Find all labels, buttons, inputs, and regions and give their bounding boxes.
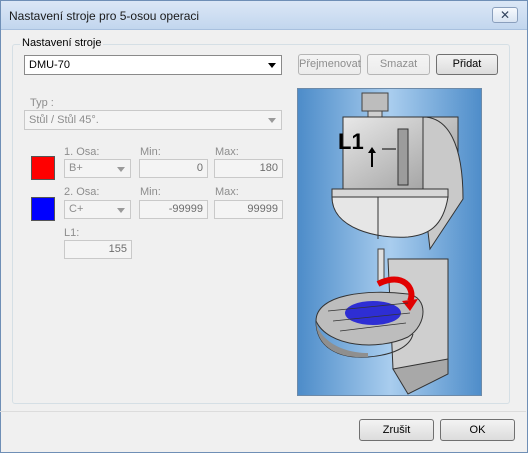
axis2-label: 2. Osa: bbox=[64, 186, 100, 198]
close-icon: ✕ bbox=[499, 8, 511, 22]
axis1-min-label: Min: bbox=[140, 146, 161, 158]
chevron-down-icon bbox=[117, 208, 125, 213]
axis2-value: C+ bbox=[69, 203, 84, 215]
axis1-max-field[interactable]: 180 bbox=[214, 159, 283, 178]
axis1-value: B+ bbox=[69, 162, 83, 174]
axis2-min-label: Min: bbox=[140, 186, 161, 198]
machine-illustration: L1 bbox=[297, 88, 482, 396]
add-button[interactable]: Přidat bbox=[436, 54, 498, 75]
ok-button[interactable]: OK bbox=[440, 419, 515, 441]
axis1-max-label: Max: bbox=[215, 146, 239, 158]
chevron-down-icon bbox=[268, 118, 276, 123]
l1-diagram-label: L1 bbox=[338, 129, 364, 154]
chevron-down-icon bbox=[117, 167, 125, 172]
axis1-label: 1. Osa: bbox=[64, 146, 100, 158]
axis1-select[interactable]: B+ bbox=[64, 159, 131, 178]
type-label: Typ : bbox=[30, 97, 54, 109]
window-title: Nastavení stroje pro 5-osou operaci bbox=[9, 9, 200, 23]
axis2-color-swatch[interactable] bbox=[31, 197, 55, 221]
group-label: Nastavení stroje bbox=[20, 37, 104, 49]
machine-select-value: DMU-70 bbox=[29, 59, 70, 71]
delete-button[interactable]: Smazat bbox=[367, 54, 430, 75]
axis2-min-field[interactable]: -99999 bbox=[139, 200, 208, 219]
machine-diagram: L1 bbox=[298, 89, 481, 395]
axis2-max-field[interactable]: 99999 bbox=[214, 200, 283, 219]
close-button[interactable]: ✕ bbox=[492, 7, 518, 23]
axis2-max-label: Max: bbox=[215, 186, 239, 198]
rename-button[interactable]: Přejmenovat bbox=[298, 54, 361, 75]
machine-select[interactable]: DMU-70 bbox=[24, 55, 282, 75]
cancel-button[interactable]: Zrušit bbox=[359, 419, 434, 441]
type-select-value: Stůl / Stůl 45°. bbox=[29, 114, 99, 126]
type-select[interactable]: Stůl / Stůl 45°. bbox=[24, 110, 282, 130]
footer-separator bbox=[0, 411, 526, 412]
axis2-select[interactable]: C+ bbox=[64, 200, 131, 219]
axis1-color-swatch[interactable] bbox=[31, 156, 55, 180]
axis1-min-field[interactable]: 0 bbox=[139, 159, 208, 178]
l1-field[interactable]: 155 bbox=[64, 240, 132, 259]
l1-label: L1: bbox=[64, 227, 80, 239]
chevron-down-icon bbox=[268, 63, 276, 68]
title-bar: Nastavení stroje pro 5-osou operaci ✕ bbox=[1, 1, 527, 30]
